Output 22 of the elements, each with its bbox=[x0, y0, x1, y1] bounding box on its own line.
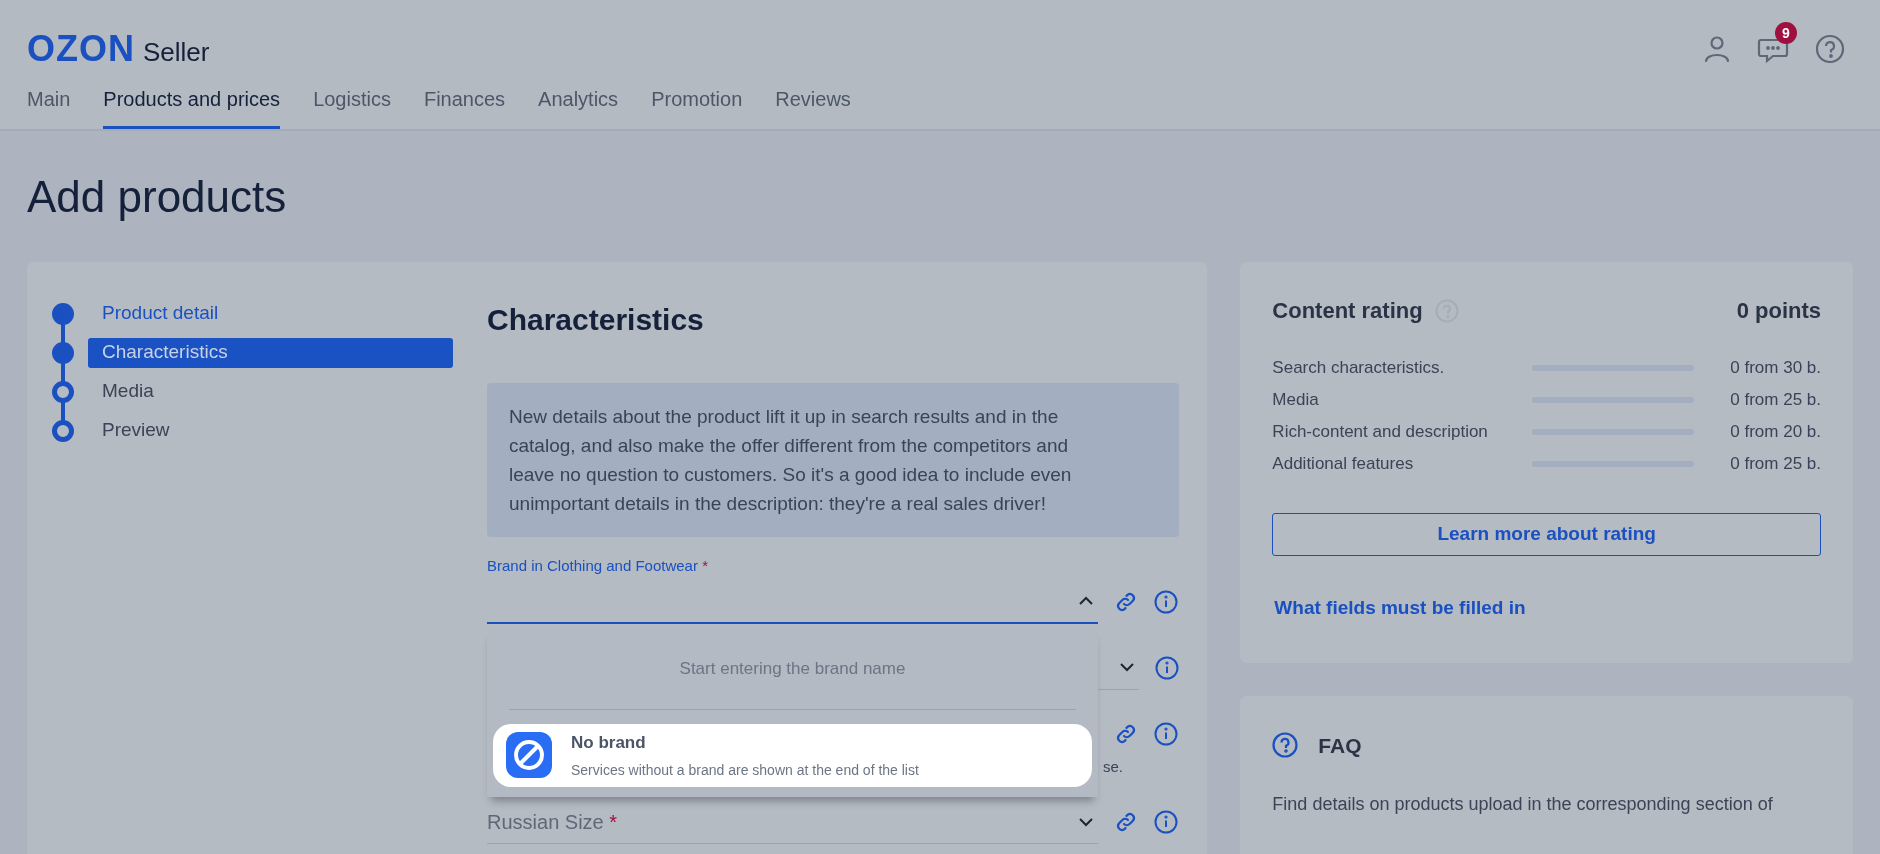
rating-points: 0 points bbox=[1736, 297, 1821, 325]
rating-label: Search characteristics. bbox=[1272, 357, 1446, 380]
option-subtitle: Services without a brand are shown at the end of the list bbox=[571, 760, 919, 780]
field-label: Russian Size * bbox=[487, 809, 618, 835]
notification-badge: 9 bbox=[1775, 22, 1797, 44]
rating-label: Rich-content and description bbox=[1272, 421, 1489, 444]
notice-text: New details about the product lift it up in search results and in the catalog, and also make the offer different from the competitors and leave no question to customers. So it's a good idea to include even unimportant details in the description: they're a real sales driver! bbox=[487, 383, 1179, 537]
rating-value: 0 from 30 b. bbox=[1730, 357, 1821, 380]
page-title: Add products bbox=[26, 171, 288, 223]
field-hint: se. bbox=[1103, 756, 1123, 777]
rating-value: 0 from 25 b. bbox=[1730, 453, 1821, 476]
dropdown-prompt: Start entering the brand name bbox=[679, 657, 906, 680]
card-title: Content rating bbox=[1272, 297, 1423, 325]
rating-label: Additional features bbox=[1272, 453, 1415, 476]
section-heading: Characteristics bbox=[487, 302, 705, 338]
card-title: FAQ bbox=[1318, 732, 1362, 759]
option-title: No brand bbox=[571, 732, 647, 754]
rating-value: 0 from 20 b. bbox=[1730, 421, 1821, 444]
field-label: Brand in Clothing and Footwear * bbox=[487, 556, 709, 576]
rating-value: 0 from 25 b. bbox=[1730, 389, 1821, 412]
rating-label: Media bbox=[1272, 389, 1320, 412]
faq-text: Find details on products upload in the corresponding section of bbox=[1272, 793, 1774, 816]
